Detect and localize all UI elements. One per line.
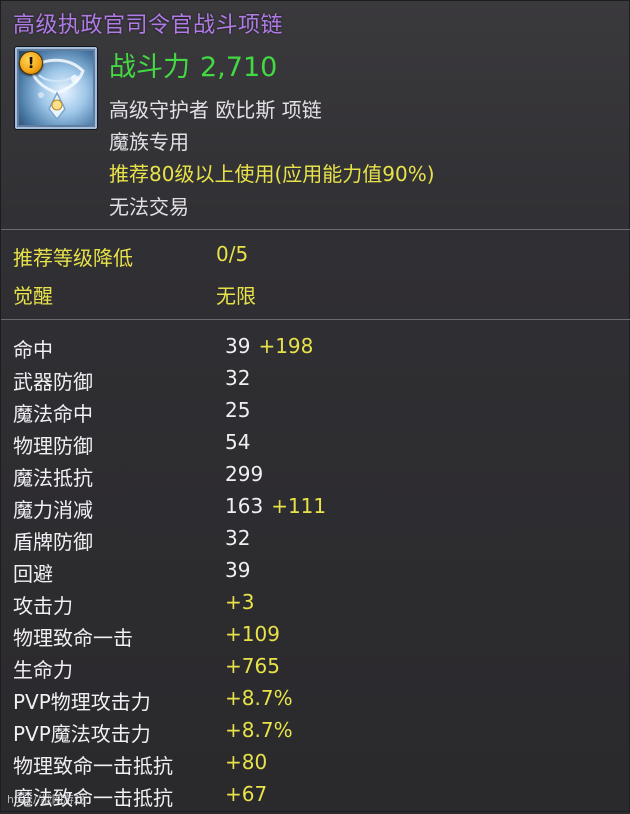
stat-value: 54 (225, 430, 250, 454)
stat-value: 299 (225, 462, 263, 486)
stat-row: 物理防御 54 (13, 430, 613, 462)
stat-row: 回避 39 (13, 558, 613, 590)
stat-row: PVP魔法攻击力 +8.7% (13, 718, 613, 750)
stat-base: 163 (225, 494, 264, 518)
stat-row: 武器防御 32 (13, 366, 613, 398)
stat-base: 25 (225, 398, 251, 422)
stat-base: 32 (225, 366, 251, 390)
stat-row: 生命力 +765 (13, 654, 613, 686)
upgrade-row: 推荐等级降低 0/5 (13, 242, 248, 271)
stat-base: 54 (225, 430, 251, 454)
stat-value: +80 (225, 750, 268, 774)
stat-label: 物理致命一击抵抗 (13, 754, 173, 778)
stat-value: 163 +111 (225, 494, 326, 518)
stat-value: +8.7% (225, 718, 293, 742)
stat-label: 魔法命中 (13, 402, 93, 426)
combat-power: 战斗力 2,710 (109, 45, 277, 84)
upgrade-label: 推荐等级降低 (13, 246, 133, 270)
stat-row: PVP物理攻击力 +8.7% (13, 686, 613, 718)
upgrade-value: 0/5 (216, 242, 249, 266)
stat-value: 32 (225, 526, 250, 550)
stat-base: 39 (225, 558, 251, 582)
stat-label: 物理致命一击 (13, 626, 133, 650)
divider (1, 229, 630, 230)
stat-row: 魔力消减 163 +111 (13, 494, 613, 526)
stat-bonus: +111 (271, 494, 327, 518)
watermark: http://战网游戏 (7, 793, 85, 806)
stat-value: +67 (225, 782, 268, 806)
stat-value: +109 (225, 622, 280, 646)
awakening-value: 无限 (216, 284, 256, 308)
trade-restriction: 无法交易 (109, 195, 189, 219)
faction-restriction: 魔族专用 (109, 130, 189, 154)
stat-row: 魔法抵抗 299 (13, 462, 613, 494)
stat-row: 攻击力 +3 (13, 590, 613, 622)
awakening-row: 觉醒 无限 (13, 280, 256, 309)
stat-row: 物理致命一击抵抗 +80 (13, 750, 613, 782)
warning-icon: ! (19, 51, 43, 75)
stat-base: 299 (225, 462, 264, 486)
stat-row: 命中 39 +198 (13, 334, 613, 366)
stat-row: 魔法致命一击抵抗 +67 (13, 782, 613, 814)
stat-base: 32 (225, 526, 251, 550)
stat-value: 39 (225, 558, 250, 582)
stat-label: 魔法抵抗 (13, 466, 93, 490)
stat-label: 盾牌防御 (13, 530, 93, 554)
item-tooltip: 高级执政官司令官战斗项链 ! 战斗力 2,710 高级守护者 欧比斯 项链 魔族专… (0, 0, 630, 812)
combat-power-label: 战斗力 (109, 52, 190, 83)
stat-value: +3 (225, 590, 255, 614)
stat-label: 生命力 (13, 658, 73, 682)
item-title: 高级执政官司令官战斗项链 (13, 13, 284, 38)
stat-value: +765 (225, 654, 280, 678)
stat-value: +8.7% (225, 686, 293, 710)
stat-label: 命中 (13, 338, 53, 362)
stat-bonus: +198 (258, 334, 314, 358)
stat-value: 32 (225, 366, 250, 390)
stat-row: 盾牌防御 32 (13, 526, 613, 558)
divider (1, 319, 630, 320)
item-subtitle: 高级守护者 欧比斯 项链 (109, 98, 322, 122)
stat-base: 39 (225, 334, 251, 358)
stat-row: 魔法命中 25 (13, 398, 613, 430)
stat-value: 25 (225, 398, 250, 422)
stat-label: 物理防御 (13, 434, 93, 458)
stat-label: PVP物理攻击力 (13, 690, 151, 714)
stat-label: 攻击力 (13, 594, 73, 618)
level-requirement: 推荐80级以上使用(应用能力值90%) (109, 162, 435, 186)
awakening-label: 觉醒 (13, 284, 53, 308)
stat-label: 回避 (13, 562, 53, 586)
stat-label: 魔力消减 (13, 498, 93, 522)
stat-label: PVP魔法攻击力 (13, 722, 151, 746)
stat-value: 39 +198 (225, 334, 313, 358)
combat-power-value: 2,710 (200, 52, 278, 83)
stat-row: 物理致命一击 +109 (13, 622, 613, 654)
stat-label: 武器防御 (13, 370, 93, 394)
